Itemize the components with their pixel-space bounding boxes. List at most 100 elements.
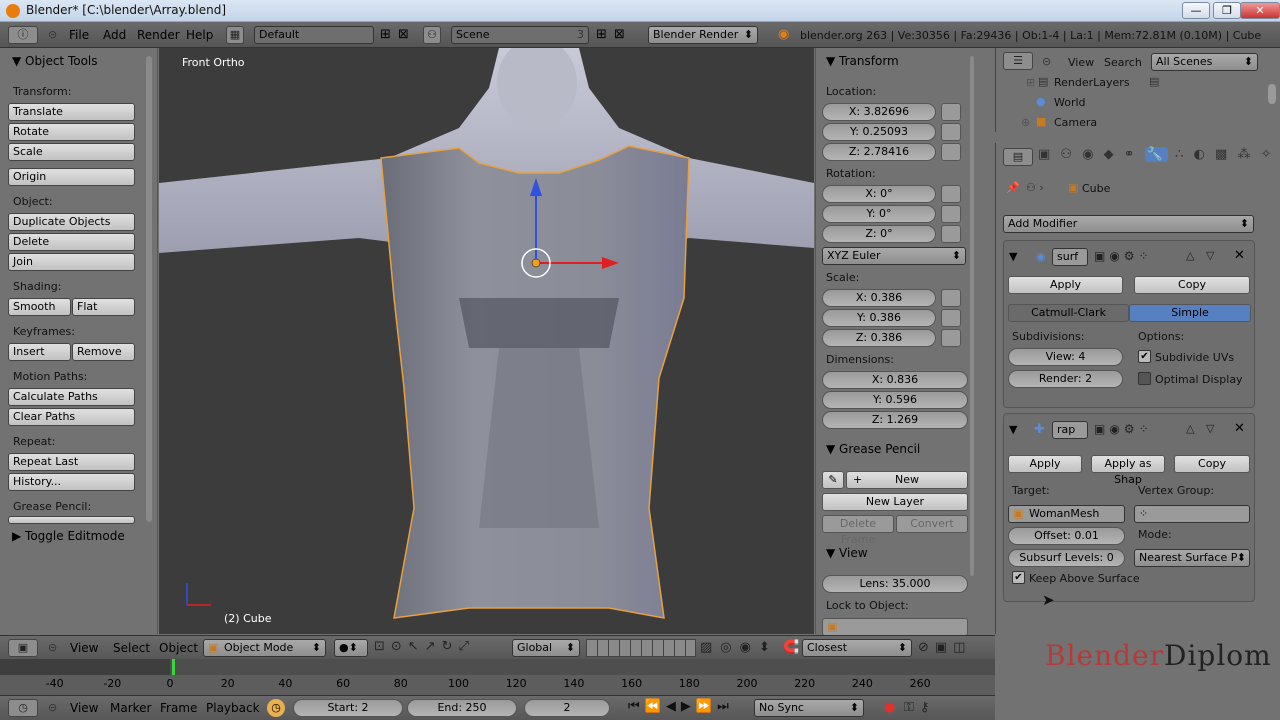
current-frame-marker[interactable] — [172, 659, 175, 675]
editor-type-icon[interactable]: ⓘ — [8, 26, 38, 44]
minimize-button[interactable]: — — [1182, 2, 1210, 19]
toolshelf-scrollbar[interactable] — [146, 56, 152, 522]
scene-field[interactable]: Scene 3 — [451, 26, 589, 44]
collapse-icon[interactable]: ⊝ — [48, 701, 57, 714]
wrap-mode-select[interactable]: Nearest Surface P ⬍ — [1134, 549, 1250, 567]
catmull-clark-tab[interactable]: Catmull-Clark — [1008, 304, 1129, 322]
scale-y-field[interactable]: Y: 0.386 — [822, 309, 936, 327]
add-screen-icon[interactable]: ⊞ — [380, 27, 391, 42]
menu-add[interactable]: Add — [103, 28, 126, 42]
move-up-icon[interactable]: △ — [1186, 249, 1194, 262]
offset-field[interactable]: Offset: 0.01 — [1008, 527, 1125, 545]
layer-buttons[interactable] — [586, 639, 696, 657]
simple-tab[interactable]: Simple — [1129, 304, 1251, 322]
translate-button[interactable]: Translate — [8, 103, 135, 121]
outliner-filter-select[interactable]: All Scenes ⬍ — [1151, 53, 1258, 71]
dimensions-z-field[interactable]: Z: 1.269 — [822, 411, 968, 429]
current-frame-field[interactable]: 2 — [524, 699, 610, 717]
preview-range-icon[interactable]: ◷ — [267, 699, 285, 717]
rotate-button[interactable]: Rotate — [8, 123, 135, 141]
clear-paths-button[interactable]: Clear Paths — [8, 408, 135, 426]
menu-marker[interactable]: Marker — [110, 701, 151, 715]
subdivide-uvs-checkbox[interactable]: ✔ — [1138, 350, 1151, 363]
lens-field[interactable]: Lens: 35.000 — [822, 575, 968, 593]
snap-icon[interactable]: 🧲 — [783, 640, 799, 655]
lock-icon[interactable] — [941, 205, 961, 223]
lock-icon[interactable] — [941, 103, 961, 121]
add-modifier-select[interactable]: Add Modifier ⬍ — [1003, 215, 1254, 233]
lock-icon[interactable] — [941, 329, 961, 347]
insert-keyframe-button[interactable]: Insert — [8, 343, 71, 361]
maximize-button[interactable]: ❐ — [1213, 2, 1241, 19]
tree-expand-icon[interactable]: ⊕ — [1021, 116, 1030, 129]
menu-render[interactable]: Render — [137, 28, 180, 42]
gp-convert-button[interactable]: Convert — [896, 515, 968, 533]
toggle-editmode-header[interactable]: ▶ Toggle Editmode — [12, 529, 125, 543]
timeline[interactable]: -40 -20 0 20 40 60 80 100 120 140 160 180 200 220 240 2… — [0, 659, 995, 695]
pin-icon[interactable]: 📌 — [1006, 181, 1020, 194]
view-panel-header[interactable]: ▼ View — [826, 546, 868, 560]
menu-help[interactable]: Help — [186, 28, 213, 42]
snap-target-select[interactable]: Closest ⬍ — [802, 639, 912, 657]
object-tools-header[interactable]: ▼ Object Tools — [12, 54, 98, 68]
npanel-scrollbar[interactable] — [970, 56, 974, 576]
dimensions-y-field[interactable]: Y: 0.596 — [822, 391, 968, 409]
collapse-arrow-icon[interactable]: ▼ — [1009, 423, 1017, 436]
screen-layout-icon[interactable]: ▦ — [226, 26, 244, 44]
gp-delete-frame-button[interactable]: Delete Frame — [822, 515, 894, 546]
target-field[interactable]: ▣ WomanMesh — [1008, 505, 1125, 523]
menu-select[interactable]: Select — [113, 641, 150, 655]
render-engine-select[interactable]: Blender Render ⬍ — [648, 26, 758, 44]
playback-controls[interactable]: ⏮⏪◀▶⏩⏭ — [628, 699, 734, 714]
delete-button[interactable]: Delete — [8, 233, 135, 251]
rotation-y-field[interactable]: Y: 0° — [822, 205, 936, 223]
screen-layout-field[interactable]: Default — [254, 26, 374, 44]
calculate-paths-button[interactable]: Calculate Paths — [8, 388, 135, 406]
location-x-field[interactable]: X: 3.82696 — [822, 103, 936, 121]
menu-view[interactable]: View — [70, 641, 98, 655]
copy-button[interactable]: Copy — [1174, 455, 1250, 473]
render-levels-field[interactable]: Render: 2 — [1008, 370, 1123, 388]
scale-z-field[interactable]: Z: 0.386 — [822, 329, 936, 347]
scale-button[interactable]: Scale — [8, 143, 135, 161]
renderlayers-toggle-icon[interactable]: ▤ — [1149, 75, 1159, 88]
scale-x-field[interactable]: X: 0.386 — [822, 289, 936, 307]
grease-pencil-buttons[interactable] — [8, 516, 135, 524]
outliner-view-menu[interactable]: View — [1068, 56, 1094, 69]
outliner-editor-icon[interactable]: ☰ — [1003, 52, 1033, 70]
gp-new-layer-button[interactable]: New Layer — [822, 493, 968, 511]
delete-screen-icon[interactable]: ⊠ — [398, 27, 409, 42]
remove-modifier-icon[interactable]: ✕ — [1234, 248, 1245, 263]
menu-view[interactable]: View — [70, 701, 98, 715]
lock-icon[interactable] — [941, 225, 961, 243]
keep-above-surface-checkbox[interactable]: ✔ — [1012, 571, 1025, 584]
keying-toggles[interactable]: ⚿⚷ — [904, 700, 935, 715]
history-button[interactable]: History... — [8, 473, 135, 491]
outliner-item-camera[interactable]: Camera — [1054, 116, 1097, 129]
remove-keyframe-button[interactable]: Remove — [72, 343, 135, 361]
menu-playback[interactable]: Playback — [206, 701, 260, 715]
orientation-select[interactable]: Global ⬍ — [512, 639, 580, 657]
modifier-name-field[interactable]: surf — [1052, 248, 1088, 266]
apply-button[interactable]: Apply — [1008, 455, 1082, 473]
viewport-editor-icon[interactable]: ▣ — [8, 639, 38, 657]
start-frame-field[interactable]: Start: 2 — [293, 699, 403, 717]
flat-button[interactable]: Flat — [72, 298, 135, 316]
collapse-icon[interactable]: ⊝ — [1042, 55, 1051, 68]
vertex-group-field[interactable]: ⁘ — [1134, 505, 1250, 523]
location-y-field[interactable]: Y: 0.25093 — [822, 123, 936, 141]
collapse-icon[interactable]: ⊝ — [48, 28, 57, 41]
menu-object[interactable]: Object — [159, 641, 198, 655]
rotation-z-field[interactable]: Z: 0° — [822, 225, 936, 243]
modifier-tab-icon[interactable]: 🔧 — [1144, 147, 1169, 162]
outliner-item-renderlayers[interactable]: RenderLayers — [1054, 76, 1130, 89]
properties-editor-icon[interactable]: ▤ — [1003, 148, 1033, 166]
collapse-icon[interactable]: ⊝ — [48, 641, 57, 654]
scene-icon[interactable]: ⚇ — [423, 26, 441, 44]
view-levels-field[interactable]: View: 4 — [1008, 348, 1123, 366]
proportional-editing-toggles[interactable]: ▨◎◉⬍ — [700, 640, 778, 655]
manipulator-toggles[interactable]: ⊡⊙↖↗↻⤢ — [374, 639, 504, 657]
record-icon[interactable]: ● — [884, 700, 895, 715]
gp-new-button[interactable]: + New — [846, 471, 968, 489]
context-tabs[interactable]: ▣ ⚇ ◉ ◆ ⚭ 🔧 ∴ ◐ ▩ ⁂ ✧ — [1038, 147, 1276, 167]
